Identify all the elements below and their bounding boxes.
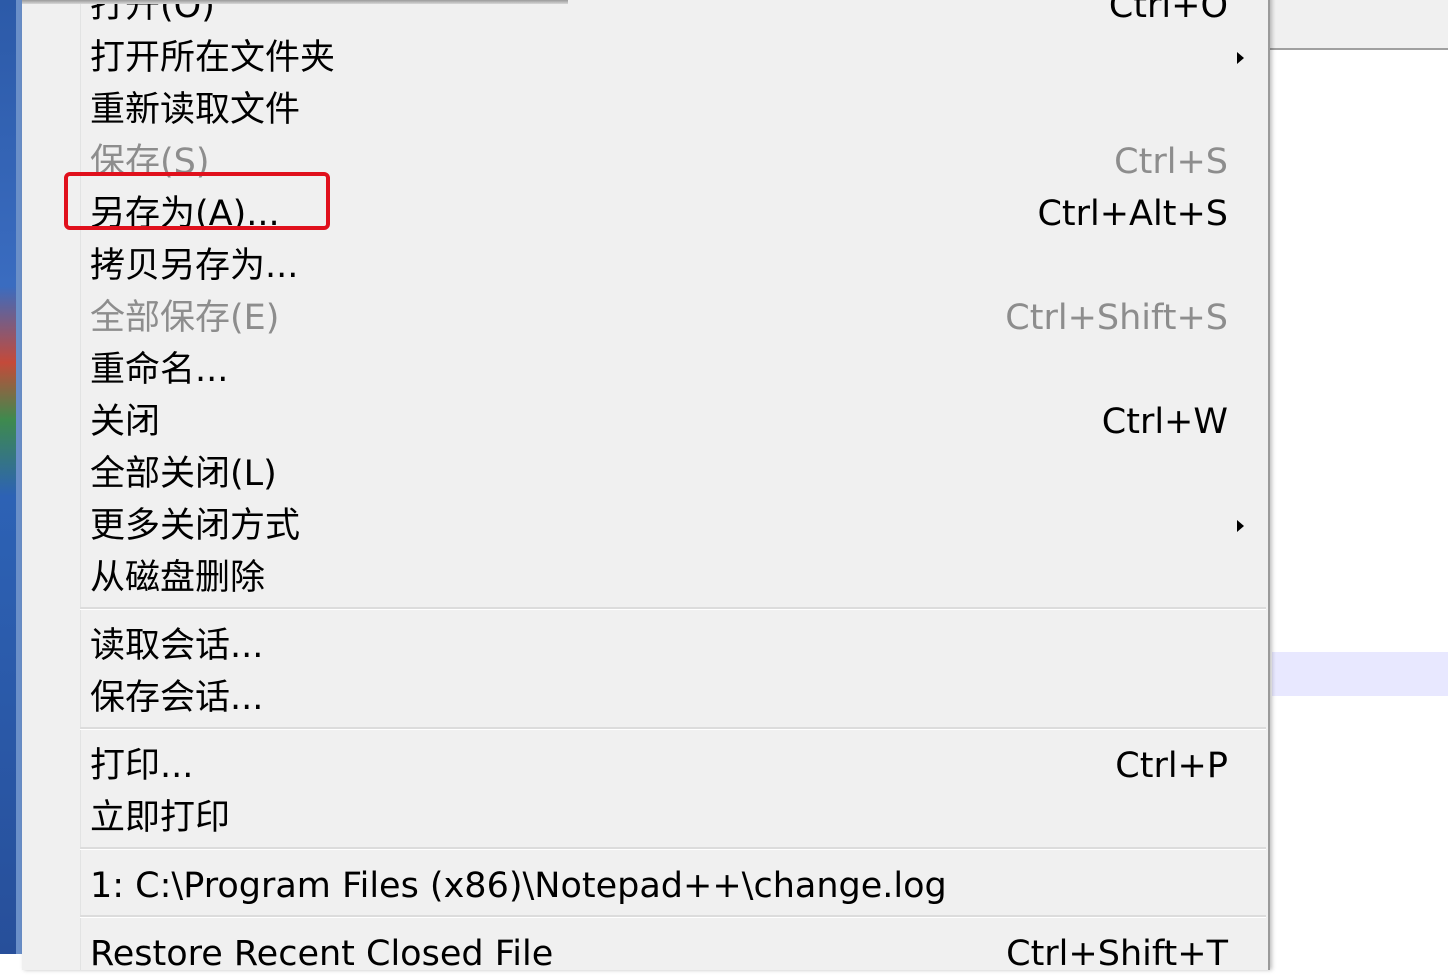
menu-item-load-session[interactable]: 读取会话...: [22, 620, 1268, 672]
menu-item-label: 重命名...: [90, 350, 229, 390]
current-line-highlight: [1272, 652, 1448, 696]
menu-item-label: Restore Recent Closed File: [90, 934, 554, 974]
menu-item-close-all[interactable]: 全部关闭(L): [22, 448, 1268, 500]
menu-separator: [80, 847, 1266, 850]
menu-item-label: 立即打印: [90, 798, 231, 838]
menu-item-label: 全部保存(E): [90, 298, 280, 338]
highlight-annotation-box: [64, 172, 330, 230]
menu-item-save-all[interactable]: 全部保存(E) Ctrl+Shift+S: [22, 292, 1268, 344]
submenu-arrow-icon: [1237, 520, 1244, 532]
menu-item-shortcut: Ctrl+W: [1101, 402, 1228, 442]
menu-item-rename[interactable]: 重命名...: [22, 344, 1268, 396]
menu-top-shadow: [22, 0, 568, 4]
submenu-arrow-icon: [1237, 52, 1244, 64]
menu-item-close[interactable]: 关闭 Ctrl+W: [22, 396, 1268, 448]
menu-separator: [80, 607, 1266, 610]
menu-item-label: 打开(O): [90, 0, 215, 26]
menu-separator: [80, 915, 1266, 918]
menu-item-recent-file-1[interactable]: 1: C:\Program Files (x86)\Notepad++\chan…: [22, 860, 1268, 912]
menu-item-label: 1: C:\Program Files (x86)\Notepad++\chan…: [90, 866, 947, 906]
menu-item-save-session[interactable]: 保存会话...: [22, 672, 1268, 724]
menu-item-shortcut: Ctrl+Shift+S: [1005, 298, 1228, 338]
menu-item-shortcut: Ctrl+O: [1108, 0, 1228, 26]
file-menu: 打开(O) Ctrl+O 打开所在文件夹 重新读取文件 保存(S) Ctrl+S…: [22, 0, 1270, 974]
menu-item-close-more[interactable]: 更多关闭方式: [22, 500, 1268, 552]
menu-item-label: 打开所在文件夹: [90, 38, 336, 78]
menu-item-print-now[interactable]: 立即打印: [22, 792, 1268, 844]
menu-item-shortcut: Ctrl+S: [1114, 142, 1228, 182]
menu-item-restore-recent-closed[interactable]: Restore Recent Closed File Ctrl+Shift+T: [22, 928, 1268, 980]
menu-item-label: 读取会话...: [90, 626, 264, 666]
menu-item-label: 重新读取文件: [90, 90, 301, 130]
menu-item-reload[interactable]: 重新读取文件: [22, 84, 1268, 136]
desktop-edge: [0, 0, 16, 954]
menu-item-open-containing-folder[interactable]: 打开所在文件夹: [22, 32, 1268, 84]
menu-item-delete-from-disk[interactable]: 从磁盘删除: [22, 552, 1268, 604]
menu-item-shortcut: Ctrl+P: [1115, 746, 1228, 786]
menu-item-shortcut: Ctrl+Alt+S: [1037, 194, 1228, 234]
menu-item-label: 关闭: [90, 402, 161, 442]
menu-separator: [80, 727, 1266, 730]
menu-item-print[interactable]: 打印... Ctrl+P: [22, 740, 1268, 792]
editor-tab-bar: [1268, 0, 1448, 50]
menu-item-label: 打印...: [90, 746, 194, 786]
menu-item-open[interactable]: 打开(O) Ctrl+O: [22, 0, 1268, 32]
menu-item-label: 更多关闭方式: [90, 506, 301, 546]
menu-item-label: 全部关闭(L): [90, 454, 277, 494]
menu-item-label: 从磁盘删除: [90, 558, 266, 598]
editor-area[interactable]: [1268, 0, 1448, 954]
menu-item-save-copy-as[interactable]: 拷贝另存为...: [22, 240, 1268, 292]
menu-item-label: 保存会话...: [90, 678, 264, 718]
menu-item-label: 拷贝另存为...: [90, 246, 299, 286]
menu-item-shortcut: Ctrl+Shift+T: [1006, 934, 1228, 974]
